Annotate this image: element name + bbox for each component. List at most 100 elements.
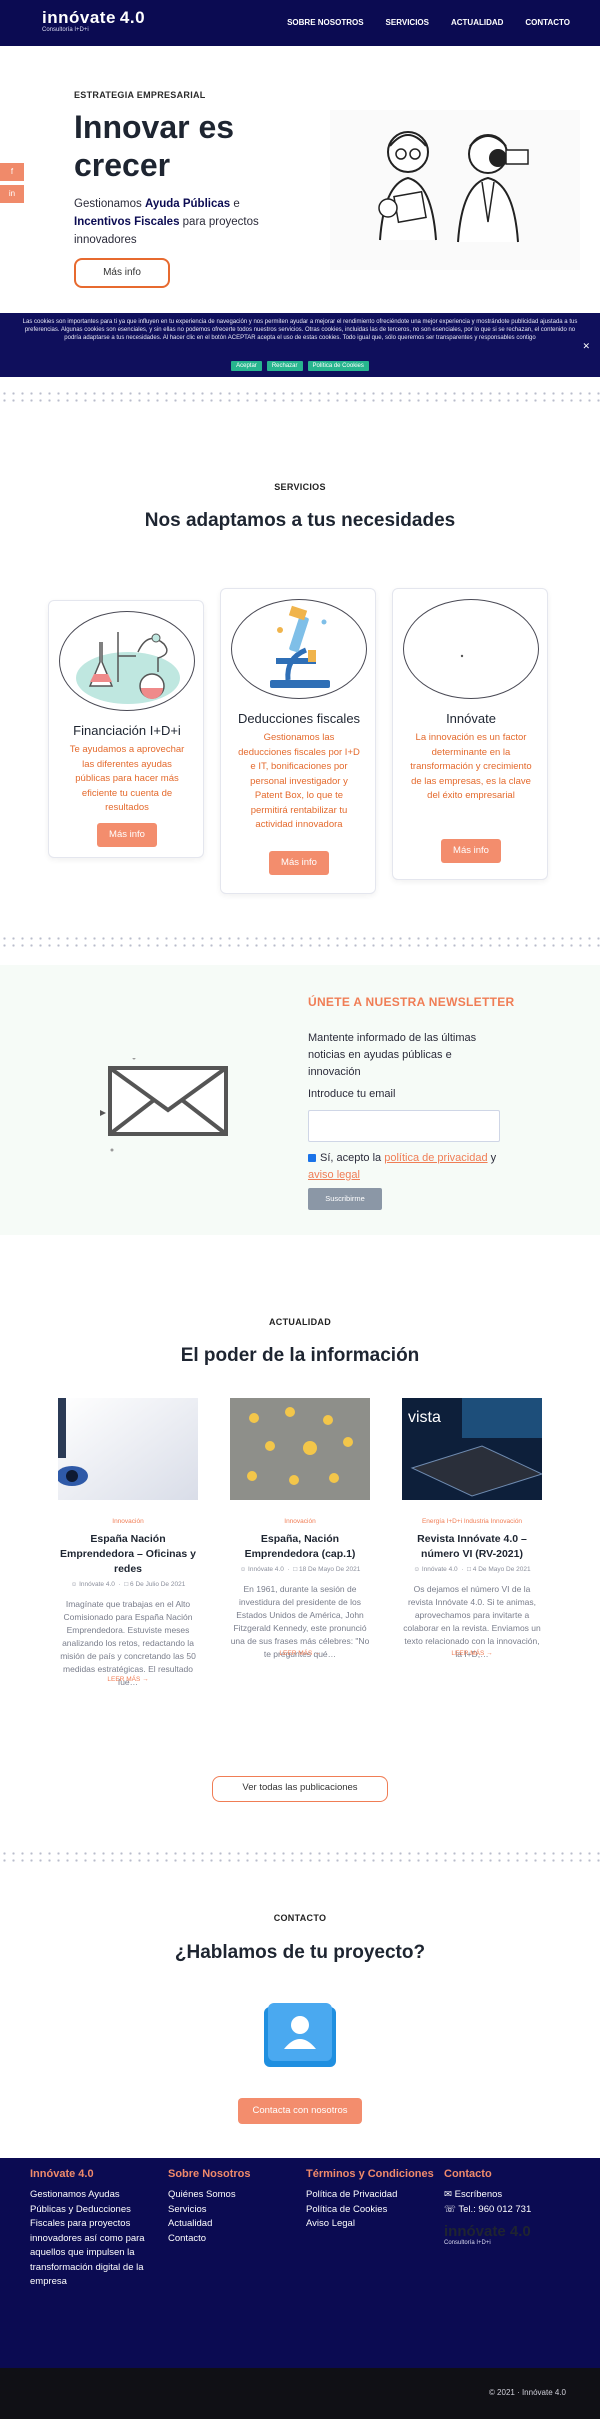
phone-icon: ☏ xyxy=(444,2203,456,2215)
main-nav: SOBRE NOSOTROS SERVICIOS ACTUALIDAD CONT… xyxy=(287,18,570,27)
cookie-actions: Aceptar Rechazar Política de Cookies xyxy=(0,361,600,371)
nav-servicios[interactable]: SERVICIOS xyxy=(386,18,429,27)
footer-heading: Innóvate 4.0 xyxy=(30,2168,94,2180)
email-field[interactable] xyxy=(308,1110,500,1142)
copyright-bar: © 2021 · Innóvate 4.0 xyxy=(0,2368,600,2419)
author-icon: ☺ xyxy=(239,1566,247,1573)
post-meta: ☺ Innóvate 4.0 · □ 18 De Mayo De 2021 xyxy=(239,1566,361,1573)
footer-email-label: Escríbenos xyxy=(454,2189,503,2200)
service-card-title: Innóvate xyxy=(446,711,496,726)
contact-us-button[interactable]: Contacta con nosotros xyxy=(238,2098,362,2124)
legal-notice-link[interactable]: aviso legal xyxy=(308,1169,360,1181)
cookie-text: Las cookies son importantes para ti ya q… xyxy=(22,319,578,341)
post-title[interactable]: Revista Innóvate 4.0 – número VI (RV-202… xyxy=(402,1532,542,1562)
read-more-label: LEER MÁS xyxy=(279,1650,313,1657)
footer-email-link[interactable]: ✉ Escríbenos xyxy=(444,2188,574,2203)
news-eyebrow: ACTUALIDAD xyxy=(269,1317,331,1327)
site-header: innóvate 4.0 Consultoría I+D+i SOBRE NOSO… xyxy=(0,0,600,46)
read-more-link[interactable]: LEER MÁS → xyxy=(58,1676,198,1683)
footer-col-sobre-nosotros: Sobre Nosotros Quiénes Somos Servicios A… xyxy=(168,2168,288,2246)
eye-image xyxy=(58,1398,198,1500)
logo-brand: innóvate xyxy=(42,8,116,27)
deducciones-more-info-button[interactable]: Más info xyxy=(269,851,329,875)
post-category[interactable]: Innovación xyxy=(58,1518,198,1525)
newsletter-text: Mantente informado de las últimas notici… xyxy=(308,1032,477,1078)
subscribe-button[interactable]: Suscribirme xyxy=(308,1188,382,1210)
cookie-policy-button[interactable]: Política de Cookies xyxy=(307,361,369,371)
facebook-icon: f xyxy=(10,167,14,176)
mail-icon: ✉ xyxy=(444,2189,452,2200)
all-publications-button[interactable]: Ver todas las publicaciones xyxy=(212,1776,388,1802)
footer-link-servicios[interactable]: Servicios xyxy=(168,2203,288,2218)
post-title[interactable]: España Nación Emprendedora – Oficinas y … xyxy=(58,1532,198,1577)
footer-heading: Términos y Condiciones xyxy=(306,2168,434,2180)
post-author: Innóvate 4.0 xyxy=(248,1566,284,1573)
service-image-frame xyxy=(59,611,195,711)
post-category[interactable]: Innovación xyxy=(230,1518,370,1525)
post-category[interactable]: Energía I+D+i Industria Innovación xyxy=(402,1518,542,1525)
service-card-deducciones: Deducciones fiscales Gestionamos las ded… xyxy=(220,588,376,894)
footer-col-about: Innóvate 4.0 Gestionamos Ayudas Públicas… xyxy=(30,2168,154,2290)
author-icon: ☺ xyxy=(413,1566,421,1573)
footer-phone-link[interactable]: ☏ Tel.: 960 012 731 xyxy=(444,2203,574,2218)
financiacion-more-info-button[interactable]: Más info xyxy=(97,823,157,847)
read-more-label: LEER MÁS xyxy=(451,1650,485,1657)
footer-logo[interactable]: innóvate 4.0 Consultoría I+D+i xyxy=(444,2223,574,2246)
dotted-divider xyxy=(0,390,600,404)
nav-actualidad[interactable]: ACTUALIDAD xyxy=(451,18,503,27)
cookie-reject-button[interactable]: Rechazar xyxy=(266,361,303,371)
innovate-more-info-button[interactable]: Más info xyxy=(441,839,501,863)
privacy-consent[interactable]: Sí, acepto la política de privacidad y a… xyxy=(308,1150,508,1184)
footer-link-aviso-legal[interactable]: Aviso Legal xyxy=(306,2217,436,2232)
footer-link-cookies[interactable]: Política de Cookies xyxy=(306,2203,436,2218)
light-bulbs-image xyxy=(230,1398,370,1500)
services-title: Nos adaptamos a tus necesidades xyxy=(144,510,456,531)
copyright-text: © 2021 · Innóvate 4.0 xyxy=(488,2388,566,2397)
footer-link-quienes-somos[interactable]: Quiénes Somos xyxy=(168,2188,288,2203)
read-more-link[interactable]: LEER MÁS → xyxy=(230,1650,370,1657)
hero-text-bold: Ayuda Públicas xyxy=(144,198,231,210)
envelope-illustration xyxy=(100,1058,228,1152)
footer-link-privacidad[interactable]: Política de Privacidad xyxy=(306,2188,436,2203)
nav-contacto[interactable]: CONTACTO xyxy=(525,18,570,27)
hero-eyebrow: ESTRATEGIA EMPRESARIAL xyxy=(74,90,206,100)
email-label: Introduce tu email xyxy=(308,1088,396,1100)
consent-checkbox[interactable] xyxy=(308,1154,316,1163)
calendar-icon: □ xyxy=(467,1566,471,1573)
nav-sobre-nosotros[interactable]: SOBRE NOSOTROS xyxy=(287,18,363,27)
cookie-accept-button[interactable]: Aceptar xyxy=(231,361,262,371)
footer-logo-brand: innóvate xyxy=(444,2223,506,2240)
privacy-policy-link[interactable]: política de privacidad xyxy=(384,1152,487,1164)
service-card-text: La innovación es un factor determinante … xyxy=(410,732,532,801)
svg-text:vista: vista xyxy=(408,1409,441,1426)
hero-text-bold: Incentivos Fiscales xyxy=(74,216,180,228)
service-card-text: Te ayudamos a aprovechar las diferentes … xyxy=(69,744,185,813)
arrow-right-icon: → xyxy=(486,1650,493,1657)
contact-title: ¿Hablamos de tu proyecto? xyxy=(174,1942,426,1963)
calendar-icon: □ xyxy=(124,1581,129,1588)
logo-version: 4.0 xyxy=(119,8,146,27)
dotted-divider xyxy=(0,1850,600,1864)
innovate-placeholder-image xyxy=(460,654,464,658)
facebook-share-button[interactable]: f xyxy=(0,163,24,181)
footer-col-contacto: Contacto ✉ Escríbenos ☏ Tel.: 960 012 73… xyxy=(444,2168,574,2246)
services-eyebrow: SERVICIOS xyxy=(274,482,326,492)
hero-more-info-button[interactable]: Más info xyxy=(74,258,170,288)
read-more-label: LEER MÁS xyxy=(107,1676,141,1683)
linkedin-share-button[interactable]: in xyxy=(0,185,24,203)
post-author: Innóvate 4.0 xyxy=(421,1566,458,1573)
post-title[interactable]: España, Nación Emprendedora (cap.1) xyxy=(230,1532,370,1562)
footer-heading: Contacto xyxy=(444,2168,492,2180)
read-more-link[interactable]: LEER MÁS → xyxy=(402,1650,542,1657)
post-thumbnail[interactable] xyxy=(230,1398,370,1500)
post-thumbnail[interactable]: vista xyxy=(402,1398,542,1500)
contact-card-icon xyxy=(264,2003,336,2067)
logo[interactable]: innóvate 4.0 Consultoría I+D+i xyxy=(42,8,145,33)
cookie-close-icon[interactable]: ✕ xyxy=(582,341,590,352)
post-author: Innóvate 4.0 xyxy=(79,1581,115,1588)
post-thumbnail[interactable] xyxy=(58,1398,198,1500)
footer-link-contacto[interactable]: Contacto xyxy=(168,2232,288,2247)
footer-phone-label: Tel.: 960 012 731 xyxy=(458,2203,532,2215)
footer-link-actualidad[interactable]: Actualidad xyxy=(168,2217,288,2232)
hero-title: Innovar es crecer xyxy=(74,109,235,183)
